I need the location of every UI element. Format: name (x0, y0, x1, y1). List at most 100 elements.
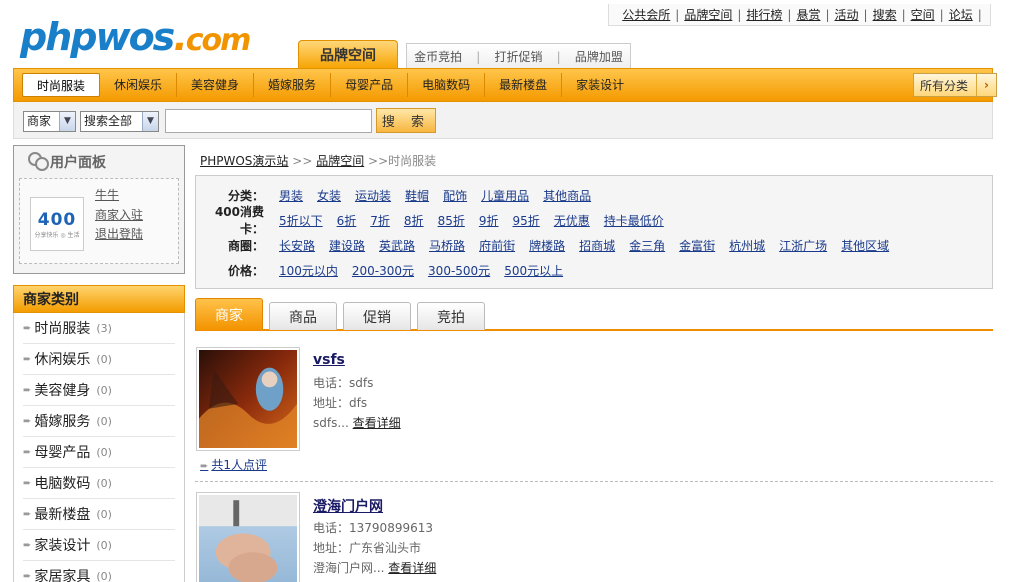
category-beauty[interactable]: 美容健身 (177, 73, 255, 97)
merchant-thumbnail[interactable] (196, 492, 300, 582)
breadcrumb-home[interactable]: PHPWOS演示站 (200, 154, 288, 168)
filter-option[interactable]: 其他区域 (841, 237, 889, 254)
separator: | (556, 49, 561, 64)
filter-option[interactable]: 9折 (479, 212, 499, 229)
tab-brand-space[interactable]: 品牌空间 (298, 40, 398, 69)
filter-option[interactable]: 金富街 (679, 237, 715, 254)
list-item[interactable]: ➨ 婚嫁服务 (0) (23, 406, 175, 437)
tab-discount-promo[interactable]: 打折促销 (494, 48, 542, 65)
filter-option[interactable]: 95折 (512, 212, 539, 229)
filter-option[interactable]: 府前街 (479, 237, 515, 254)
site-logo[interactable]: phpwos.com (20, 12, 260, 62)
username-link[interactable]: 牛牛 (95, 186, 119, 203)
list-item[interactable]: ➨ 家居家具 (0) (23, 561, 175, 582)
filter-option[interactable]: 建设路 (329, 237, 365, 254)
logo-text: php (20, 15, 97, 59)
tab-auctions[interactable]: 竞拍 (417, 302, 485, 330)
tab-gold-auction[interactable]: 金币竞拍 (414, 48, 462, 65)
phone-value: sdfs (349, 376, 374, 390)
list-item[interactable]: ➨ 最新楼盘 (0) (23, 499, 175, 530)
category-digital[interactable]: 电脑数码 (408, 73, 486, 97)
avatar[interactable]: 400 分享快乐 ◎ 生活 (30, 197, 84, 251)
category-realestate[interactable]: 最新楼盘 (485, 73, 563, 97)
list-item[interactable]: ➨ 美容健身 (0) (23, 375, 175, 406)
filter-option[interactable]: 江浙广场 (779, 237, 827, 254)
filter-option[interactable]: 女装 (317, 187, 341, 204)
top-link-ranking[interactable]: 排行榜 (741, 6, 787, 23)
top-link-brand-space[interactable]: 品牌空间 (679, 6, 737, 23)
filter-option[interactable]: 持卡最低价 (604, 212, 664, 229)
merchant-category-title: 商家类别 (13, 285, 185, 313)
logout-link[interactable]: 退出登陆 (95, 225, 143, 242)
tab-brand-franchise[interactable]: 品牌加盟 (575, 48, 623, 65)
list-item[interactable]: ➨ 休闲娱乐 (0) (23, 344, 175, 375)
filter-option[interactable]: 牌楼路 (529, 237, 565, 254)
all-categories-button[interactable]: 所有分类 › (913, 73, 997, 97)
category-fashion[interactable]: 时尚服装 (22, 73, 101, 97)
top-link-activity[interactable]: 活动 (830, 6, 864, 23)
list-item[interactable]: ➨ 家装设计 (0) (23, 530, 175, 561)
merchant-thumbnail[interactable] (196, 347, 300, 451)
merchant-title-link[interactable]: vsfs (313, 352, 345, 368)
list-item[interactable]: ➨ 母婴产品 (0) (23, 437, 175, 468)
filter-option[interactable]: 85折 (438, 212, 465, 229)
filter-option[interactable]: 马桥路 (429, 237, 465, 254)
category-baby[interactable]: 母婴产品 (331, 73, 409, 97)
view-detail-link[interactable]: 查看详细 (353, 416, 401, 430)
reviews-link[interactable]: ➨ 共1人点评 (200, 456, 267, 473)
list-item[interactable]: ➨ 时尚服装 (3) (23, 313, 175, 344)
filter-option[interactable]: 7折 (370, 212, 390, 229)
breadcrumb-section[interactable]: 品牌空间 (316, 154, 364, 168)
filter-option[interactable]: 500元以上 (504, 262, 563, 279)
top-link-space[interactable]: 空间 (906, 6, 940, 23)
tab-merchants[interactable]: 商家 (195, 298, 263, 330)
filter-option[interactable]: 运动装 (355, 187, 391, 204)
filter-option[interactable]: 无优惠 (554, 212, 590, 229)
filter-option[interactable]: 100元以内 (279, 262, 338, 279)
merchant-join-link[interactable]: 商家入驻 (95, 206, 143, 223)
merchant-title-link[interactable]: 澄海门户网 (313, 496, 383, 516)
tab-products[interactable]: 商品 (269, 302, 337, 330)
top-link-bounty[interactable]: 悬赏 (791, 6, 825, 23)
tab-promotions[interactable]: 促销 (343, 302, 411, 330)
filter-panel: 分类： 男装 女装 运动装 鞋帽 配饰 儿童用品 其他商品 400消费卡： 5折… (195, 175, 993, 289)
view-detail-link[interactable]: 查看详细 (388, 561, 436, 575)
category-wedding[interactable]: 婚嫁服务 (254, 73, 332, 97)
merchant-category-box: 商家类别 ➨ 时尚服装 (3) ➨ 休闲娱乐 (0) ➨ 美容健身 (0) ➨ 婚嫁服务 (0)… (13, 285, 185, 582)
top-link-search[interactable]: 搜索 (868, 6, 902, 23)
search-input[interactable] (165, 109, 372, 133)
list-item-label: 最新楼盘 (34, 507, 91, 523)
filter-option[interactable]: 男装 (279, 187, 303, 204)
list-item-label: 美容健身 (34, 383, 91, 399)
reviews-count: 共1人点评 (211, 458, 268, 472)
filter-option[interactable]: 其他商品 (543, 187, 591, 204)
filter-option[interactable]: 8折 (404, 212, 424, 229)
top-link-forum[interactable]: 论坛 (944, 6, 978, 23)
filter-option[interactable]: 5折以下 (279, 212, 323, 229)
filter-option[interactable]: 鞋帽 (405, 187, 429, 204)
top-link-club[interactable]: 公共会所 (617, 6, 675, 23)
filter-option[interactable]: 300-500元 (428, 262, 490, 279)
filter-option[interactable]: 英武路 (379, 237, 415, 254)
category-leisure[interactable]: 休闲娱乐 (100, 73, 178, 97)
bullet-arrow-icon: ➨ (200, 461, 209, 472)
filter-option[interactable]: 200-300元 (352, 262, 414, 279)
filter-option[interactable]: 招商城 (579, 237, 615, 254)
filter-option[interactable]: 杭州城 (729, 237, 765, 254)
filter-option[interactable]: 配饰 (443, 187, 467, 204)
merchant-image (199, 495, 297, 582)
search-button[interactable]: 搜 索 (376, 108, 436, 133)
search-type-select[interactable]: 商家 ▼ (23, 111, 76, 132)
breadcrumb-separator: >> (292, 154, 313, 168)
chevron-down-icon: ▼ (142, 112, 158, 131)
filter-option[interactable]: 金三角 (629, 237, 665, 254)
category-decoration[interactable]: 家装设计 (562, 73, 638, 97)
search-scope-select[interactable]: 搜索全部 ▼ (80, 111, 159, 132)
merchant-phone: 电话：13790899613 (313, 519, 433, 536)
filter-option[interactable]: 6折 (337, 212, 357, 229)
filter-option[interactable]: 长安路 (279, 237, 315, 254)
user-panel: 用户面板 400 分享快乐 ◎ 生活 牛牛 商家入驻 退出登陆 (13, 145, 185, 274)
list-item[interactable]: ➨ 电脑数码 (0) (23, 468, 175, 499)
filter-option[interactable]: 儿童用品 (481, 187, 529, 204)
list-item-count: (0) (96, 476, 112, 490)
